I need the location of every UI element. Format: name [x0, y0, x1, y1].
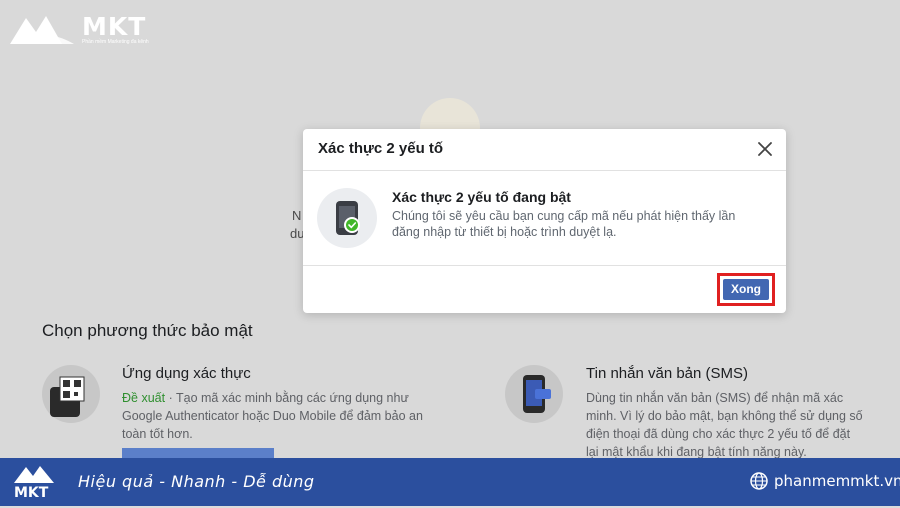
recommended-label: Đề xuất	[122, 391, 166, 405]
sms-phone-icon	[505, 365, 563, 423]
phone-check-icon	[317, 188, 377, 248]
website-link[interactable]: phanmemmkt.vn	[774, 472, 900, 490]
brand-name: MKT	[82, 12, 147, 41]
background-text-fragment: N	[292, 208, 302, 223]
modal-title: Xác thực 2 yếu tố	[318, 140, 444, 157]
done-button[interactable]: Xong	[723, 279, 769, 300]
mini-logo-text: MKT	[14, 485, 49, 501]
done-button-highlight: Xong	[717, 273, 775, 306]
method-description: Dùng tin nhắn văn bản (SMS) để nhận mã x…	[586, 391, 863, 459]
mkt-logo-icon	[10, 16, 74, 44]
qr-phone-icon	[42, 365, 100, 423]
brand-tagline: Phần mềm Marketing đa kênh	[82, 39, 149, 45]
method-description: Đề xuất · Tạo mã xác minh bằng các ứng d…	[122, 391, 423, 441]
two-factor-modal: Xác thực 2 yếu tố Xác thực 2 yếu tố đang…	[303, 129, 786, 313]
status-description: Chúng tôi sẽ yêu cầu bạn cung cấp mã nếu…	[392, 209, 736, 239]
modal-body: Xác thực 2 yếu tố đang bật Chúng tôi sẽ …	[303, 171, 786, 266]
status-title: Xác thực 2 yếu tố đang bật	[392, 189, 571, 205]
footer-banner: MKT Hiệu quả - Nhanh - Dễ dùng phanmemmk…	[0, 458, 900, 506]
footer-slogan: Hiệu quả - Nhanh - Dễ dùng	[78, 472, 315, 491]
mkt-mini-logo: MKT	[10, 463, 66, 503]
mkt-logo: MKT Phần mềm Marketing đa kênh	[8, 12, 149, 46]
method-title: Tin nhắn văn bản (SMS)	[586, 365, 749, 382]
security-methods-title: Chọn phương thức bảo mật	[42, 321, 253, 340]
method-title: Ứng dụng xác thực	[122, 365, 251, 382]
globe-icon	[750, 472, 768, 490]
modal-header: Xác thực 2 yếu tố	[303, 129, 786, 171]
close-icon[interactable]	[754, 138, 776, 160]
